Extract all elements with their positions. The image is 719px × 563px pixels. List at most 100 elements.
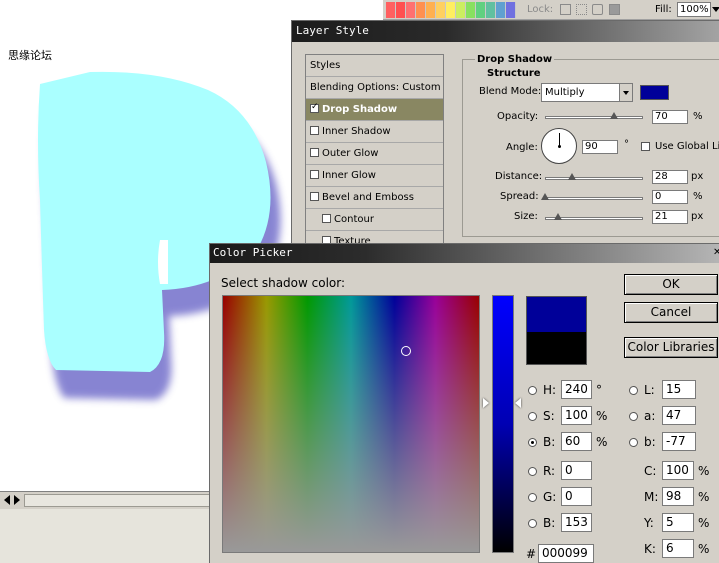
style-item-label: Drop Shadow — [322, 104, 398, 115]
opacity-slider[interactable] — [545, 116, 643, 119]
cmyk-label: C: — [644, 464, 657, 478]
field-input-h[interactable]: 240 — [561, 380, 592, 399]
scroll-left-icon[interactable] — [4, 495, 10, 505]
radio-h[interactable] — [528, 386, 537, 395]
opacity-input[interactable]: 70 — [652, 110, 688, 124]
cancel-button[interactable]: Cancel — [624, 302, 718, 323]
angle-input[interactable]: 90 — [582, 140, 618, 154]
blend-mode-value: Multiply — [545, 87, 585, 98]
slider-right-arrow-icon[interactable] — [515, 398, 521, 408]
cmyk-input[interactable]: 6 — [662, 539, 694, 558]
field-input-bl[interactable]: 153 — [561, 513, 592, 532]
field-unit-s: % — [596, 409, 608, 423]
radio-b[interactable] — [528, 438, 537, 447]
field-label-s: S: — [543, 409, 555, 423]
distance-input[interactable]: 28 — [652, 170, 688, 184]
field-input-g[interactable]: 0 — [561, 487, 592, 506]
radio-bl[interactable] — [528, 519, 537, 528]
field-input-b[interactable]: 60 — [561, 432, 592, 451]
field-label-g: G: — [543, 490, 557, 504]
color-picker-prompt: Select shadow color: — [221, 276, 346, 290]
lab-input[interactable]: -77 — [662, 432, 696, 451]
current-color-preview[interactable] — [526, 332, 587, 365]
spread-slider[interactable] — [545, 197, 643, 200]
field-input-r[interactable]: 0 — [561, 461, 592, 480]
blend-mode-select[interactable]: Multiply — [541, 83, 633, 102]
style-item-inner-glow[interactable]: Inner Glow — [306, 165, 443, 187]
hue-brightness-slider[interactable] — [492, 295, 514, 553]
swatch[interactable] — [486, 2, 496, 18]
swatch[interactable] — [416, 2, 426, 18]
chevron-down-icon[interactable] — [619, 84, 632, 101]
cmyk-input[interactable]: 98 — [662, 487, 694, 506]
distance-slider[interactable] — [545, 177, 643, 180]
style-item-drop-shadow[interactable]: Drop Shadow — [306, 99, 443, 121]
radio-lab-1[interactable] — [629, 412, 638, 421]
ok-button[interactable]: OK — [624, 274, 718, 295]
style-item-label: Bevel and Emboss — [322, 192, 414, 203]
style-item-checkbox[interactable] — [310, 102, 319, 113]
style-item-checkbox[interactable] — [310, 192, 319, 201]
style-item-styles[interactable]: Styles — [306, 55, 443, 77]
swatch[interactable] — [446, 2, 456, 18]
style-item-checkbox[interactable] — [310, 126, 319, 135]
style-item-blending-options-custom[interactable]: Blending Options: Custom — [306, 77, 443, 99]
swatch[interactable] — [456, 2, 466, 18]
lock-position-icon[interactable] — [592, 4, 603, 15]
radio-lab-0[interactable] — [629, 386, 638, 395]
field-input-s[interactable]: 100 — [561, 406, 592, 425]
swatch[interactable] — [466, 2, 476, 18]
spread-label: Spread: — [500, 191, 539, 202]
cmyk-input[interactable]: 100 — [662, 461, 694, 480]
scroll-right-icon[interactable] — [14, 495, 20, 505]
opacity-slider-thumb[interactable] — [609, 112, 618, 119]
spread-slider-thumb[interactable] — [541, 193, 549, 200]
size-slider-thumb[interactable] — [554, 213, 562, 220]
swatch[interactable] — [426, 2, 436, 18]
angle-label: Angle: — [506, 142, 538, 153]
fill-dropdown-icon[interactable] — [712, 7, 719, 12]
radio-s[interactable] — [528, 412, 537, 421]
radio-g[interactable] — [528, 493, 537, 502]
lab-input[interactable]: 15 — [662, 380, 696, 399]
spread-input[interactable]: 0 — [652, 190, 688, 204]
lock-transparency-icon[interactable] — [560, 4, 571, 15]
size-input[interactable]: 21 — [652, 210, 688, 224]
style-item-checkbox[interactable] — [310, 170, 319, 179]
cmyk-label: M: — [644, 490, 659, 504]
color-libraries-button[interactable]: Color Libraries — [624, 337, 718, 358]
color-field[interactable] — [222, 295, 480, 553]
swatch[interactable] — [406, 2, 416, 18]
radio-r[interactable] — [528, 467, 537, 476]
field-label-r: R: — [543, 464, 556, 478]
global-light-checkbox[interactable] — [641, 142, 650, 151]
style-item-checkbox[interactable] — [322, 214, 331, 223]
radio-lab-2[interactable] — [629, 438, 638, 447]
style-item-contour[interactable]: Contour — [306, 209, 443, 231]
swatch[interactable] — [436, 2, 446, 18]
fill-label: Fill: — [655, 4, 672, 15]
cmyk-label: Y: — [644, 516, 654, 530]
swatch[interactable] — [396, 2, 406, 18]
hex-input[interactable]: 000099 — [538, 544, 594, 563]
slider-left-arrow-icon[interactable] — [483, 398, 489, 408]
style-item-checkbox[interactable] — [310, 148, 319, 157]
distance-slider-thumb[interactable] — [568, 173, 576, 180]
close-icon[interactable]: ✕ — [713, 248, 719, 258]
angle-dial[interactable] — [541, 128, 577, 164]
fill-input[interactable]: 100% — [677, 2, 711, 17]
lab-input[interactable]: 47 — [662, 406, 696, 425]
lock-all-icon[interactable] — [609, 4, 620, 15]
style-item-outer-glow[interactable]: Outer Glow — [306, 143, 443, 165]
style-item-inner-shadow[interactable]: Inner Shadow — [306, 121, 443, 143]
swatch[interactable] — [496, 2, 506, 18]
color-field-marker[interactable] — [401, 346, 411, 356]
swatch[interactable] — [386, 2, 396, 18]
lock-label: Lock: — [527, 4, 554, 15]
lock-image-icon[interactable] — [576, 4, 587, 15]
shadow-color-swatch[interactable] — [640, 85, 669, 100]
cmyk-input[interactable]: 5 — [662, 513, 694, 532]
style-item-bevel-and-emboss[interactable]: Bevel and Emboss — [306, 187, 443, 209]
swatch[interactable] — [476, 2, 486, 18]
swatch[interactable] — [506, 2, 516, 18]
